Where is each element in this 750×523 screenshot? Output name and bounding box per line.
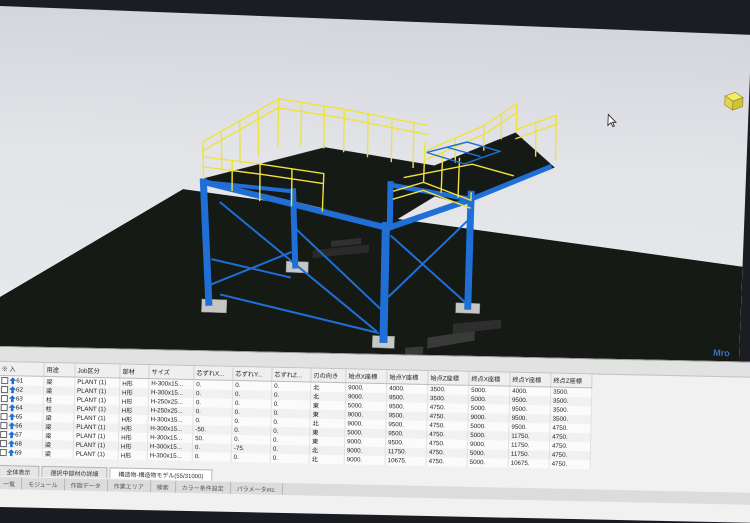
row-checkbox[interactable] [0, 448, 7, 457]
member-table: ※ 入 用途 Job区分 部材 サイズ 芯ずれX... 芯ずれY... 芯ずれZ… [0, 361, 593, 470]
cell-end-y[interactable]: 10675. [508, 458, 550, 469]
row-number: 62 [16, 386, 24, 394]
col-header-end-z[interactable]: 終点Z座標 [550, 373, 593, 388]
col-header-end-y[interactable]: 終点Y座標 [509, 372, 552, 388]
col-header-direction[interactable]: 刃の向き [310, 368, 347, 383]
cell-direction[interactable]: 北 [309, 454, 345, 465]
cell-offset-x[interactable]: 0. [192, 452, 232, 462]
cell-member[interactable]: H形 [118, 450, 148, 461]
cell-offset-y[interactable]: 0. [231, 452, 271, 463]
status-item-work-area[interactable]: 作業エリア [107, 479, 151, 493]
col-header-start-y[interactable]: 始点Y座標 [386, 370, 429, 385]
status-item-search[interactable]: 検索 [150, 480, 176, 493]
row-number: 64 [15, 404, 23, 412]
structure-3d-model[interactable] [0, 6, 750, 379]
cell-start-z[interactable]: 4750. [426, 456, 468, 467]
col-header-offset-z[interactable]: 芯ずれZ... [271, 367, 312, 383]
cell-job[interactable]: PLANT (1) [73, 449, 119, 460]
row-checkbox[interactable] [0, 439, 8, 448]
status-item-parameters[interactable]: パラメータetc. [230, 481, 284, 495]
col-header-job[interactable]: Job区分 [74, 363, 121, 379]
cell-member[interactable]: H形 [119, 378, 149, 389]
row-checkbox[interactable] [0, 421, 8, 430]
col-header-end-x[interactable]: 終点X座標 [468, 371, 511, 387]
3d-viewport[interactable]: Mro [0, 6, 750, 379]
col-header-member[interactable]: 部材 [119, 364, 150, 379]
status-item-drawing-data[interactable]: 作図データ [64, 478, 108, 492]
status-item-module[interactable]: モジュール [22, 477, 65, 491]
row-number: 68 [14, 440, 22, 448]
cell-start-y[interactable]: 10675. [385, 456, 427, 466]
cell-size[interactable]: H-300x15... [147, 451, 193, 462]
col-header-offset-y[interactable]: 芯ずれY... [232, 366, 273, 382]
row-checkbox[interactable] [0, 394, 8, 403]
monitor-screen: Mro ※ 入 用途 Job区分 部材 サイズ 芯ずれX... 芯ずれY... … [0, 0, 750, 523]
row-checkbox[interactable] [0, 430, 8, 439]
col-header-offset-x[interactable]: 芯ずれX... [193, 366, 234, 381]
row-number: 67 [15, 431, 23, 439]
col-header-start-x[interactable]: 始点X座標 [345, 369, 388, 384]
app-logo: Mro [713, 347, 730, 359]
row-number: 66 [15, 422, 23, 430]
cell-start-x[interactable]: 9000. [344, 455, 386, 466]
row-checkbox[interactable] [1, 385, 9, 394]
col-header-no[interactable]: ※ 入 [0, 361, 45, 377]
col-header-start-z[interactable]: 始点Z座標 [427, 370, 470, 386]
footing-block [201, 298, 228, 314]
col-header-size[interactable]: サイズ [148, 365, 195, 380]
row-checkbox[interactable] [1, 376, 9, 385]
cell-no[interactable]: 69 [0, 447, 43, 458]
row-number: 63 [15, 395, 23, 403]
col-header-use[interactable]: 用途 [43, 362, 76, 378]
cell-end-z[interactable]: 4750. [549, 459, 591, 470]
tab-selected-detail[interactable]: 選択中部材の詳細 [41, 465, 108, 479]
cell-use[interactable]: 梁 [42, 448, 74, 459]
status-item-list[interactable]: 一覧 [0, 476, 23, 490]
member-list-panel: ※ 入 用途 Job区分 部材 サイズ 芯ずれX... 芯ずれY... 芯ずれZ… [0, 346, 750, 523]
row-checkbox[interactable] [0, 412, 8, 421]
tab-structure-model[interactable]: 構造物-構造物モデル(55/31000) [109, 467, 213, 481]
cell-offset-z[interactable]: 0. [270, 453, 310, 464]
row-checkbox[interactable] [0, 403, 8, 412]
tab-overview[interactable]: 全体表示 [0, 464, 40, 477]
row-number: 65 [15, 413, 23, 421]
cell-end-x[interactable]: 5000. [467, 457, 509, 468]
row-number: 69 [14, 449, 22, 457]
status-item-color-settings[interactable]: カラー条件設定 [175, 480, 231, 494]
row-number: 61 [16, 377, 24, 385]
